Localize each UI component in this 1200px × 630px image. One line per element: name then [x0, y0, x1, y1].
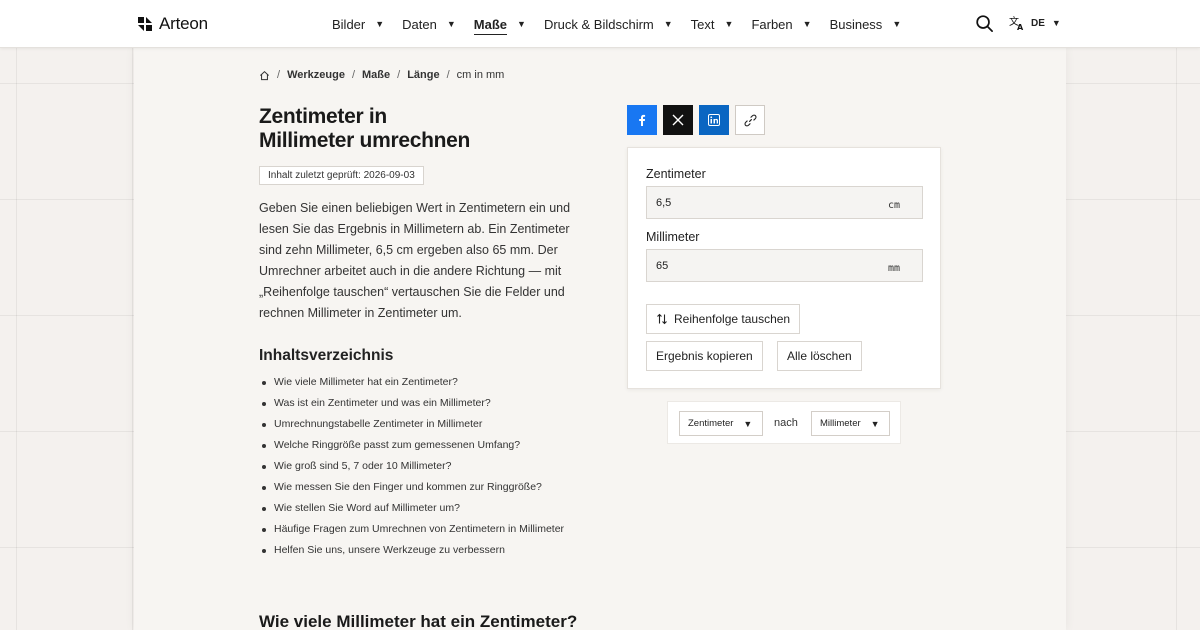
copy-result-button[interactable]: Ergebnis kopieren: [646, 341, 763, 371]
millimeter-input[interactable]: 65 mm: [646, 249, 923, 282]
breadcrumb-item-laenge[interactable]: Länge: [407, 69, 439, 81]
breadcrumb-separator: /: [277, 69, 281, 81]
nav-label: Bilder: [332, 16, 366, 32]
share-facebook-button[interactable]: [627, 105, 657, 135]
breadcrumb-separator: /: [397, 69, 401, 81]
toc-item[interactable]: Wie stellen Sie Word auf Millimeter um?: [259, 498, 599, 519]
to-unit-value: Millimeter: [820, 418, 861, 429]
swap-order-label: Reihenfolge tauschen: [674, 312, 791, 326]
nav-item-text[interactable]: Text ▼: [691, 0, 734, 48]
millimeter-unit: mm: [887, 263, 900, 274]
translate-icon: 文 A: [1009, 15, 1024, 31]
toc-item[interactable]: Häufige Fragen zum Umrechnen von Zentime…: [259, 519, 599, 540]
breadcrumb-separator: /: [446, 69, 450, 81]
main-nav: Bilder ▼ Daten ▼ Maße ▼ Druck & Bildschi…: [332, 0, 919, 48]
nav-label: Farben: [751, 16, 793, 32]
toc-item[interactable]: Wie groß sind 5, 7 oder 10 Millimeter?: [259, 456, 599, 477]
toc-title: Inhaltsverzeichnis: [259, 347, 394, 364]
svg-text:A: A: [1017, 23, 1024, 31]
centimeter-unit: cm: [887, 200, 900, 211]
breadcrumb-current: cm in mm: [456, 69, 505, 81]
toc-item[interactable]: Wie messen Sie den Finger und kommen zur…: [259, 477, 599, 498]
nav-label: Druck & Bildschirm: [543, 16, 654, 32]
nav-item-druck-bildschirm[interactable]: Druck & Bildschirm ▼: [544, 0, 673, 48]
to-unit-select[interactable]: Millimeter ▼: [811, 411, 890, 436]
chevron-down-icon: ▼: [870, 418, 880, 429]
arteon-logo-icon: [138, 17, 152, 31]
facebook-icon: [639, 114, 646, 126]
nav-label: Text: [690, 16, 715, 32]
nav-item-masse[interactable]: Maße ▼: [473, 0, 526, 48]
toc-item[interactable]: Umrechnungstabelle Zentimeter in Millime…: [259, 414, 599, 435]
nav-label: Daten: [402, 16, 437, 32]
nav-label: Maße: [473, 16, 508, 35]
from-unit-select[interactable]: Zentimeter ▼: [679, 411, 763, 436]
breadcrumb-separator: /: [351, 69, 355, 81]
search-icon: [976, 15, 993, 32]
breadcrumb-item-masse[interactable]: Maße: [362, 69, 390, 81]
chevron-down-icon: ▼: [663, 19, 673, 29]
brand-name: Arteon: [159, 14, 208, 33]
share-x-button[interactable]: [663, 105, 693, 135]
chevron-down-icon: ▼: [724, 19, 734, 29]
clear-all-button[interactable]: Alle löschen: [777, 341, 862, 371]
unit-connector: nach: [774, 417, 798, 429]
from-unit-value: Zentimeter: [688, 418, 734, 429]
nav-label: Business: [829, 16, 883, 32]
to-field-label: Millimeter: [646, 230, 700, 244]
chevron-down-icon: ▼: [892, 19, 902, 29]
swap-arrows-icon: [657, 313, 667, 325]
share-linkedin-button[interactable]: [699, 105, 729, 135]
clear-all-label: Alle löschen: [787, 349, 852, 363]
toc-item[interactable]: Helfen Sie uns, unsere Werkzeuge zu verb…: [259, 540, 599, 561]
home-icon[interactable]: [259, 70, 270, 81]
intro-text: Geben Sie einen beliebigen Wert in Zenti…: [259, 201, 571, 320]
chevron-down-icon: ▼: [375, 19, 385, 29]
toc-item[interactable]: Was ist ein Zentimeter und was ein Milli…: [259, 393, 599, 414]
brand-logo[interactable]: Arteon: [137, 14, 208, 34]
toc-item[interactable]: Wie viele Millimeter hat ein Zentimeter?: [259, 372, 599, 393]
centimeter-input-value: 6,5: [656, 197, 672, 209]
content-area: / Werkzeuge / Maße / Länge / cm in mm Ze…: [134, 48, 1066, 630]
chevron-down-icon: ▼: [1051, 18, 1061, 28]
section-heading: Wie viele Millimeter hat ein Zentimeter?: [259, 612, 578, 630]
copy-link-button[interactable]: [735, 105, 765, 135]
search-button[interactable]: [975, 14, 994, 38]
converter-card: Zentimeter 6,5 cm Millimeter 65 mm Reihe…: [627, 147, 941, 389]
table-of-contents: Wie viele Millimeter hat ein Zentimeter?…: [259, 372, 599, 561]
nav-item-daten[interactable]: Daten ▼: [402, 0, 456, 48]
millimeter-input-value: 65: [656, 260, 669, 272]
nav-item-bilder[interactable]: Bilder ▼: [332, 0, 384, 48]
site-header: Arteon Bilder ▼ Daten ▼ Maße ▼ Druck & B…: [0, 0, 1200, 48]
chevron-down-icon: ▼: [446, 19, 456, 29]
chevron-down-icon: ▼: [802, 19, 812, 29]
swap-order-button[interactable]: Reihenfolge tauschen: [646, 304, 801, 334]
unit-selector-bar: Zentimeter ▼ nach Millimeter ▼: [667, 401, 901, 444]
breadcrumb: / Werkzeuge / Maße / Länge / cm in mm: [259, 69, 504, 81]
link-icon: [743, 114, 757, 126]
breadcrumb-item-werkzeuge[interactable]: Werkzeuge: [287, 69, 345, 81]
page-title-line1: Zentimeter in: [259, 105, 387, 128]
reviewed-badge: Inhalt zuletzt geprüft: 2026-09-03: [259, 166, 424, 185]
copy-result-label: Ergebnis kopieren: [656, 349, 753, 363]
centimeter-input[interactable]: 6,5 cm: [646, 186, 923, 219]
toc-item[interactable]: Welche Ringgröße passt zum gemessenen Um…: [259, 435, 599, 456]
nav-item-farben[interactable]: Farben ▼: [751, 0, 811, 48]
chevron-down-icon: ▼: [743, 418, 753, 429]
share-bar: [627, 105, 765, 135]
x-logo-icon: [672, 114, 684, 126]
linkedin-icon: [708, 114, 720, 126]
chevron-down-icon: ▼: [517, 19, 526, 29]
page-title-line2: Millimeter umrechnen: [259, 129, 471, 152]
language-switcher[interactable]: 文 A DE ▼: [1009, 15, 1061, 31]
from-field-label: Zentimeter: [646, 167, 706, 181]
nav-item-business[interactable]: Business ▼: [830, 0, 902, 48]
page-title: Zentimeter in Millimeter umrechnen: [259, 105, 559, 153]
language-code: DE: [1031, 17, 1045, 29]
